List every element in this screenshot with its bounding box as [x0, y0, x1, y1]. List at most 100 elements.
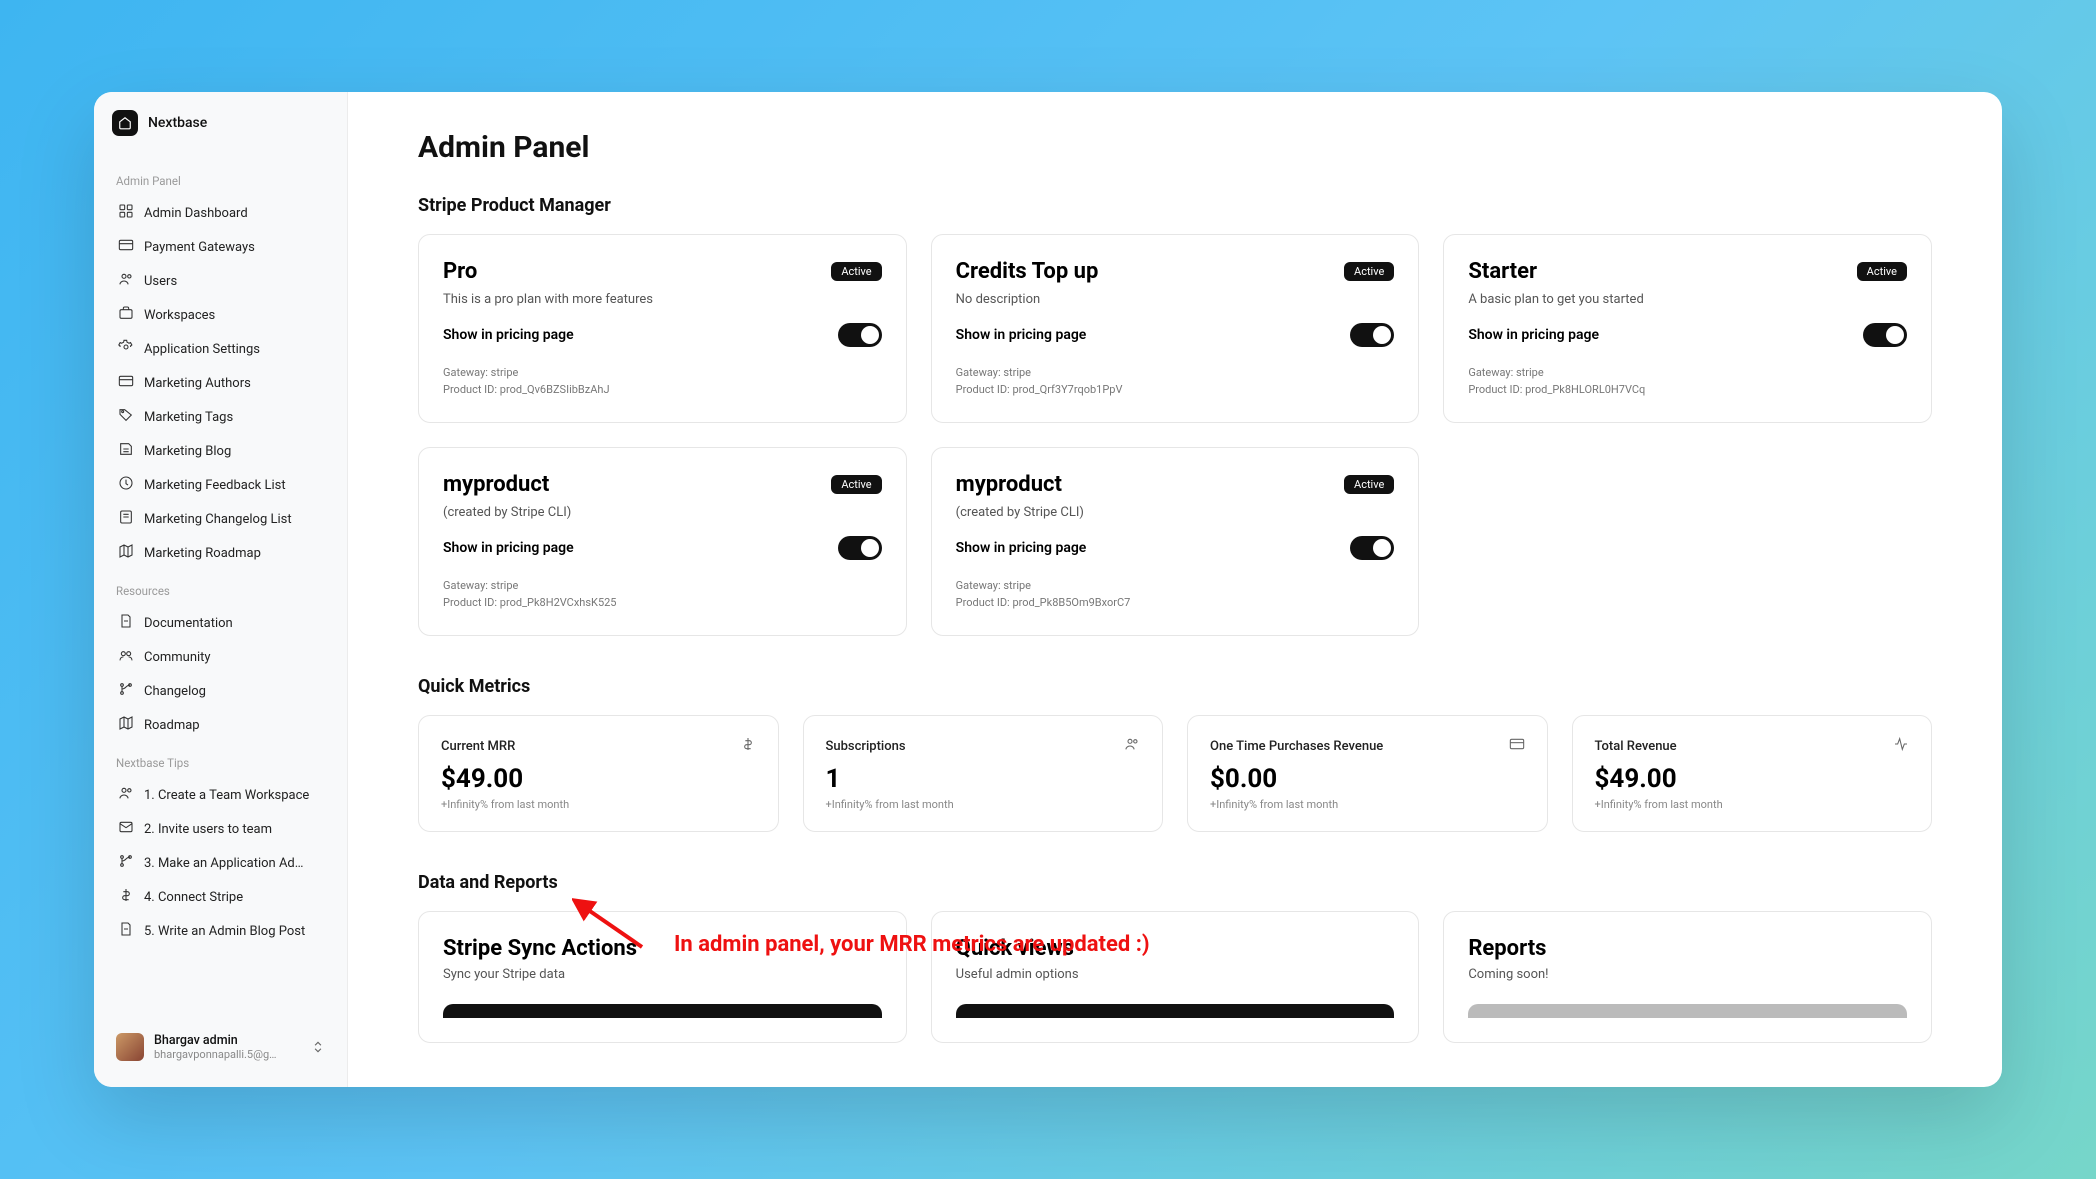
- brand-logo[interactable]: Nextbase: [112, 110, 329, 136]
- sidebar-item-label: Roadmap: [144, 718, 200, 733]
- user-profile[interactable]: Bhargav admin bhargavponnapalli.5@g…: [112, 1025, 329, 1069]
- sidebar-item[interactable]: Community: [112, 640, 329, 674]
- status-badge: Active: [831, 262, 881, 281]
- product-description: No description: [956, 292, 1395, 307]
- sidebar-item-label: Community: [144, 650, 211, 665]
- sidebar-item[interactable]: Marketing Blog: [112, 434, 329, 468]
- sidebar-item-label: Admin Dashboard: [144, 206, 248, 221]
- product-description: (created by Stripe CLI): [956, 505, 1395, 520]
- branch-icon: [118, 853, 134, 873]
- status-badge: Active: [1344, 262, 1394, 281]
- report-card: Reports Coming soon!: [1443, 911, 1932, 1043]
- sidebar-item[interactable]: Marketing Changelog List: [112, 502, 329, 536]
- report-description: Sync your Stripe data: [443, 967, 882, 982]
- sidebar: Nextbase Admin PanelAdmin DashboardPayme…: [94, 92, 348, 1087]
- sidebar-item[interactable]: 1. Create a Team Workspace: [112, 778, 329, 812]
- feedback-icon: [118, 475, 134, 495]
- user-email: bhargavponnapalli.5@g…: [154, 1048, 301, 1061]
- product-meta: Gateway: stripe Product ID: prod_Pk8HLOR…: [1468, 365, 1907, 398]
- sidebar-item[interactable]: Workspaces: [112, 298, 329, 332]
- product-meta: Gateway: stripe Product ID: prod_Qv6BZSI…: [443, 365, 882, 398]
- changelog-icon: [118, 509, 134, 529]
- sidebar-item[interactable]: Roadmap: [112, 708, 329, 742]
- users-icon: [118, 271, 134, 291]
- dashboard-icon: [118, 203, 134, 223]
- sidebar-item-label: Users: [144, 274, 177, 289]
- settings-icon: [118, 339, 134, 359]
- show-in-pricing-toggle[interactable]: [838, 323, 882, 347]
- report-action-button[interactable]: [1468, 1004, 1907, 1018]
- toggle-label: Show in pricing page: [1468, 327, 1599, 343]
- sidebar-item[interactable]: Marketing Authors: [112, 366, 329, 400]
- product-meta: Gateway: stripe Product ID: prod_Qrf3Y7r…: [956, 365, 1395, 398]
- report-description: Useful admin options: [956, 967, 1395, 982]
- status-badge: Active: [831, 475, 881, 494]
- sidebar-item[interactable]: Admin Dashboard: [112, 196, 329, 230]
- report-action-button[interactable]: [956, 1004, 1395, 1018]
- metric-label: Total Revenue: [1595, 739, 1677, 754]
- toggle-label: Show in pricing page: [956, 327, 1087, 343]
- activity-icon: [1893, 736, 1909, 756]
- sidebar-item[interactable]: 4. Connect Stripe: [112, 880, 329, 914]
- report-action-button[interactable]: [443, 1004, 882, 1018]
- sidebar-item-label: Marketing Changelog List: [144, 512, 292, 527]
- metric-value: $49.00: [441, 764, 756, 794]
- metric-value: $0.00: [1210, 764, 1525, 794]
- sidebar-item-label: 3. Make an Application Ad…: [144, 856, 303, 871]
- stripe-section-title: Stripe Product Manager: [418, 195, 1932, 216]
- sidebar-item[interactable]: Documentation: [112, 606, 329, 640]
- product-meta: Gateway: stripe Product ID: prod_Pk8B5Om…: [956, 578, 1395, 611]
- show-in-pricing-toggle[interactable]: [838, 536, 882, 560]
- tag-icon: [118, 407, 134, 427]
- show-in-pricing-toggle[interactable]: [1350, 323, 1394, 347]
- show-in-pricing-toggle[interactable]: [1863, 323, 1907, 347]
- metric-value: 1: [826, 764, 1141, 794]
- report-title: Quick views: [956, 936, 1395, 961]
- sidebar-item-label: Application Settings: [144, 342, 260, 357]
- doc-icon: [118, 613, 134, 633]
- page-title: Admin Panel: [418, 130, 1932, 165]
- main-content: Admin Panel Stripe Product Manager Pro A…: [348, 92, 2002, 1087]
- sidebar-item-label: 1. Create a Team Workspace: [144, 788, 309, 803]
- toggle-label: Show in pricing page: [956, 540, 1087, 556]
- metric-card: Current MRR $49.00 +Infinity% from last …: [418, 715, 779, 832]
- metric-sub: +Infinity% from last month: [826, 798, 1141, 811]
- card-icon: [1509, 736, 1525, 756]
- product-description: This is a pro plan with more features: [443, 292, 882, 307]
- sidebar-section-label: Nextbase Tips: [116, 756, 325, 770]
- user-name: Bhargav admin: [154, 1033, 301, 1048]
- sidebar-item[interactable]: Changelog: [112, 674, 329, 708]
- metric-sub: +Infinity% from last month: [441, 798, 756, 811]
- product-description: A basic plan to get you started: [1468, 292, 1907, 307]
- sidebar-item-label: Marketing Authors: [144, 376, 251, 391]
- sidebar-item[interactable]: 3. Make an Application Ad…: [112, 846, 329, 880]
- report-title: Stripe Sync Actions: [443, 936, 882, 961]
- sidebar-item-label: 5. Write an Admin Blog Post: [144, 924, 305, 939]
- sidebar-item[interactable]: Marketing Roadmap: [112, 536, 329, 570]
- users-icon: [118, 785, 134, 805]
- sidebar-item-label: Marketing Roadmap: [144, 546, 261, 561]
- sidebar-item[interactable]: Payment Gateways: [112, 230, 329, 264]
- reports-section-title: Data and Reports: [418, 872, 1932, 893]
- show-in-pricing-toggle[interactable]: [1350, 536, 1394, 560]
- metric-label: Subscriptions: [826, 739, 906, 754]
- product-name: Credits Top up: [956, 259, 1099, 284]
- sidebar-item[interactable]: Marketing Tags: [112, 400, 329, 434]
- product-meta: Gateway: stripe Product ID: prod_Pk8H2VC…: [443, 578, 882, 611]
- users-icon: [1124, 736, 1140, 756]
- home-icon: [112, 110, 138, 136]
- sidebar-item[interactable]: Users: [112, 264, 329, 298]
- chevron-up-down-icon: [311, 1040, 325, 1054]
- sidebar-item-label: Changelog: [144, 684, 206, 699]
- product-card: Starter Active A basic plan to get you s…: [1443, 234, 1932, 423]
- sidebar-item-label: Marketing Feedback List: [144, 478, 286, 493]
- sidebar-item[interactable]: 5. Write an Admin Blog Post: [112, 914, 329, 948]
- dollar-icon: [740, 736, 756, 756]
- sidebar-item[interactable]: Application Settings: [112, 332, 329, 366]
- sidebar-item[interactable]: Marketing Feedback List: [112, 468, 329, 502]
- toggle-label: Show in pricing page: [443, 327, 574, 343]
- roadmap-icon: [118, 715, 134, 735]
- card-icon: [118, 237, 134, 257]
- sidebar-item[interactable]: 2. Invite users to team: [112, 812, 329, 846]
- sidebar-section-label: Resources: [116, 584, 325, 598]
